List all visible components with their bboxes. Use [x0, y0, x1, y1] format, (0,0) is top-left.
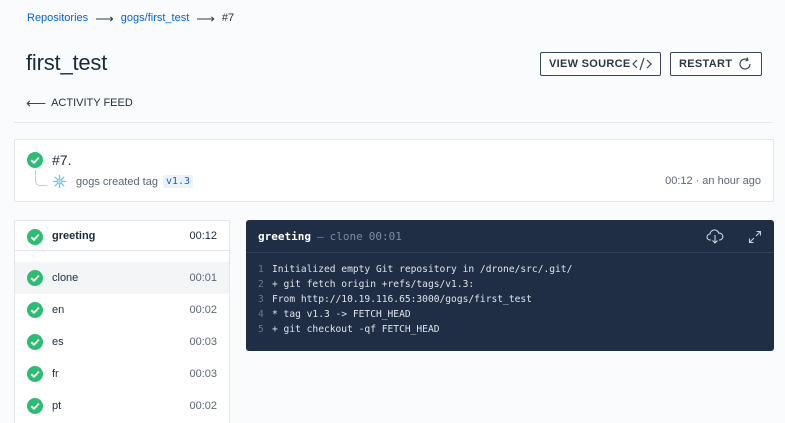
log-line: 2 + git fetch origin +refs/tags/v1.3: — [258, 277, 762, 292]
success-check-icon — [27, 270, 43, 289]
log-console: greeting — clone 00:01 1 Initialized empt… — [246, 220, 774, 351]
line-number: 1 — [258, 264, 264, 275]
breadcrumb-repo-link[interactable]: gogs/first_test — [121, 12, 189, 24]
view-source-button[interactable]: VIEW SOURCE — [540, 52, 661, 76]
step-name: clone — [52, 272, 79, 284]
tag-badge[interactable]: v1.3 — [162, 175, 194, 188]
success-check-icon — [27, 334, 43, 353]
cloud-download-icon[interactable] — [706, 228, 724, 246]
view-source-label: VIEW SOURCE — [549, 58, 631, 70]
steps-panel: greeting 00:12 clone 00:01 en 00:02 es 0… — [14, 220, 230, 423]
tree-connector — [35, 170, 47, 186]
line-text: * tag v1.3 -> FETCH_HEAD — [272, 309, 411, 320]
success-check-icon — [27, 302, 43, 321]
step-item-pt[interactable]: pt 00:02 — [15, 390, 229, 422]
expand-icon[interactable] — [746, 228, 764, 246]
console-header: greeting — clone 00:01 — [246, 220, 774, 253]
step-duration: 00:03 — [189, 336, 217, 348]
event-text: gogs created tag — [76, 175, 158, 188]
build-timing: 00:12 · an hour ago — [665, 175, 761, 187]
log-line: 3 From http://10.19.116.65:3000/gogs/firs… — [258, 292, 762, 307]
stage-name: greeting — [52, 229, 96, 242]
breadcrumb-repositories-link[interactable]: Repositories — [27, 12, 88, 24]
log-output: 1 Initialized empty Git repository in /dr… — [246, 253, 774, 346]
arrow-left-icon: ⟵ — [26, 94, 47, 111]
page-title: first_test — [26, 50, 108, 75]
console-step-name: clone — [329, 229, 363, 243]
activity-feed-link[interactable]: ⟵ ACTIVITY FEED — [26, 94, 133, 111]
breadcrumb: Repositories ⟶ gogs/first_test ⟶ #7 — [27, 10, 235, 26]
breadcrumb-arrow-icon: ⟶ — [196, 10, 215, 26]
build-number: #7. — [52, 152, 72, 168]
restart-button[interactable]: RESTART — [670, 52, 762, 76]
line-number: 2 — [258, 279, 264, 290]
line-text: Initialized empty Git repository in /dro… — [272, 264, 573, 275]
step-item-clone[interactable]: clone 00:01 — [15, 262, 229, 294]
success-check-icon — [27, 366, 43, 385]
line-number: 5 — [258, 324, 264, 335]
line-text: + git fetch origin +refs/tags/v1.3: — [272, 279, 475, 290]
console-dash: — — [316, 229, 324, 243]
restart-label: RESTART — [679, 58, 733, 70]
log-line: 1 Initialized empty Git repository in /dr… — [258, 262, 762, 277]
stage-header[interactable]: greeting 00:12 — [15, 221, 229, 251]
step-item-en[interactable]: en 00:02 — [15, 294, 229, 326]
step-item-es[interactable]: es 00:03 — [15, 326, 229, 358]
log-line: 5 + git checkout -qf FETCH_HEAD — [258, 322, 762, 337]
breadcrumb-build-number: #7 — [221, 12, 235, 24]
success-check-icon — [27, 398, 43, 417]
success-check-icon — [27, 229, 43, 248]
line-text: + git checkout -qf FETCH_HEAD — [272, 324, 440, 335]
step-duration: 00:03 — [189, 368, 217, 380]
console-step-duration: 00:01 — [368, 229, 402, 243]
line-number: 3 — [258, 294, 264, 305]
step-item-fr[interactable]: fr 00:03 — [15, 358, 229, 390]
step-name: fr — [52, 368, 59, 380]
build-event: gogs created tag v1.3 — [76, 175, 194, 188]
line-text: From http://10.19.116.65:3000/gogs/first… — [272, 294, 532, 305]
console-stage-name: greeting — [258, 229, 311, 243]
line-number: 4 — [258, 309, 264, 320]
console-actions — [684, 228, 764, 246]
step-name: en — [52, 304, 65, 316]
stage-duration: 00:12 — [189, 229, 217, 242]
log-line: 4 * tag v1.3 -> FETCH_HEAD — [258, 307, 762, 322]
divider — [14, 122, 773, 123]
step-name: pt — [52, 400, 62, 412]
step-duration: 00:02 — [189, 304, 217, 316]
build-relative-time: an hour ago — [702, 175, 761, 187]
separator-dot: · — [695, 175, 700, 187]
code-icon — [632, 57, 652, 71]
build-card[interactable]: #7. gogs created tag v1.3 00:12 · an hour … — [14, 139, 774, 202]
build-duration: 00:12 — [665, 175, 693, 187]
breadcrumb-arrow-icon: ⟶ — [95, 10, 114, 26]
activity-feed-label: ACTIVITY FEED — [51, 97, 133, 109]
step-duration: 00:02 — [189, 400, 217, 412]
restart-icon — [737, 56, 753, 72]
step-duration: 00:01 — [189, 272, 217, 284]
avatar — [52, 174, 67, 189]
step-name: es — [52, 336, 64, 348]
